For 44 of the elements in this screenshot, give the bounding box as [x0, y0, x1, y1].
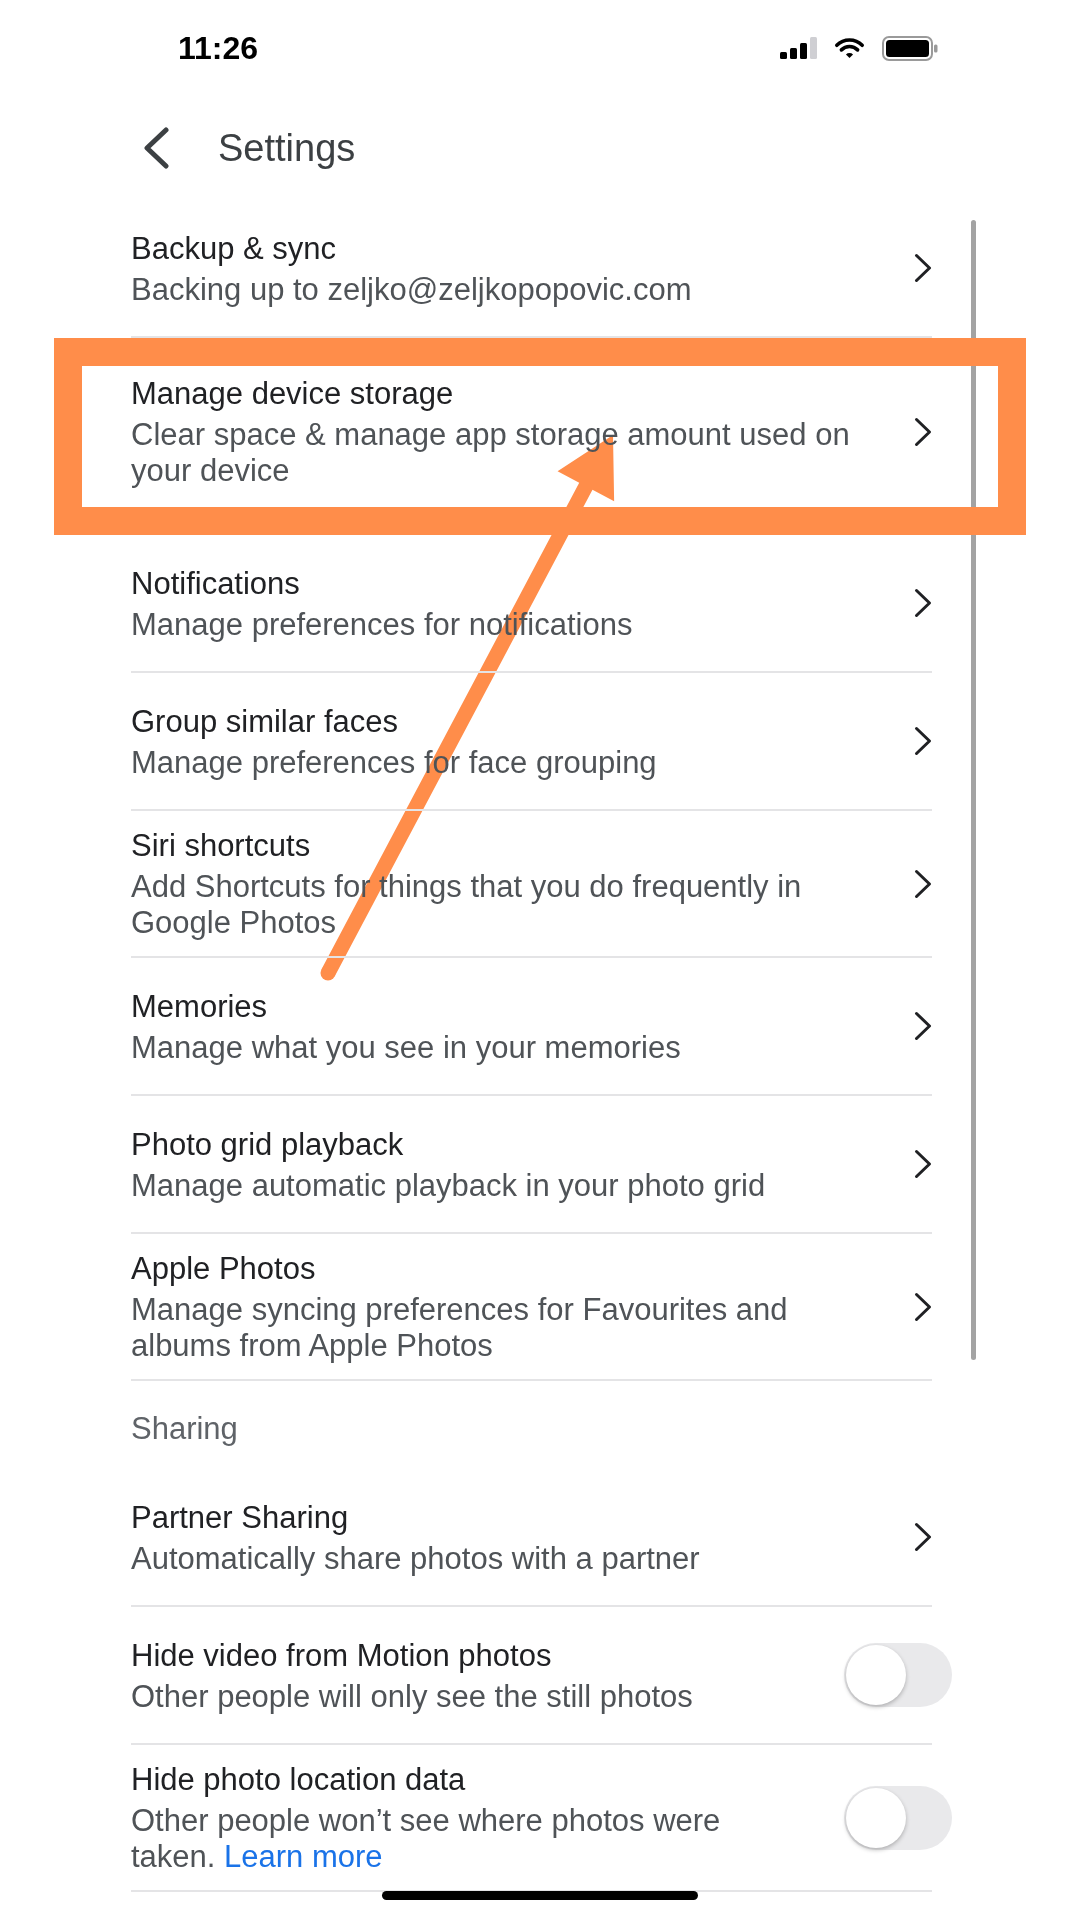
chevron-icon [914, 1291, 932, 1322]
chevron-icon [914, 253, 932, 283]
chevron-icon [914, 868, 932, 899]
signal-icon [780, 37, 817, 59]
item-title: Hide video from Motion photos [131, 1636, 552, 1675]
settings-item[interactable]: Manage device storage Clear space & manage app storage amount used on your device [54, 338, 1026, 535]
item-subtitle: Backing up to zeljko@zeljkopopovic.com [131, 271, 692, 308]
chevron-icon [914, 726, 932, 756]
settings-item[interactable]: Partner Sharing Automatically share photos with a partner [131, 1469, 932, 1607]
item-title: Apple Photos [131, 1250, 316, 1288]
item-title: Group similar faces [131, 702, 399, 741]
wifi-icon [834, 37, 865, 59]
settings-item[interactable]: Memories Manage what you see in your memories [131, 958, 932, 1096]
item-subtitle: Automatically share photos with a partner [131, 1540, 700, 1577]
item-title: Photo grid playback [131, 1125, 404, 1164]
settings-item[interactable]: Apple Photos Manage syncing preferences for Favourites and albums from Apple Photos [131, 1234, 932, 1381]
toggle-switch[interactable] [844, 1643, 952, 1707]
item-title: Partner Sharing [131, 1498, 349, 1537]
toggle-switch[interactable] [844, 1785, 952, 1850]
item-subtitle: Manage automatic playback in your photo grid [131, 1167, 766, 1204]
item-subtitle: Other people will only see the still photos [131, 1678, 693, 1715]
item-subtitle: Manage what you see in your memories [131, 1029, 681, 1066]
item-subtitle: Clear space & manage app storage amount used on your device [131, 417, 851, 489]
chevron-icon [914, 1522, 932, 1552]
item-title: Manage device storage [131, 375, 454, 413]
item-title: Siri shortcuts [131, 827, 311, 865]
chevron-icon [914, 588, 932, 618]
chevron-icon [914, 1011, 932, 1041]
item-title: Backup & sync [131, 229, 337, 268]
chevron-icon [914, 416, 932, 447]
learn-more-link[interactable]: Learn more [224, 1839, 383, 1874]
settings-item[interactable]: Backup & sync Backing up to zeljko@zeljkopopovic.com [131, 200, 932, 338]
settings-item[interactable]: Photo grid playback Manage automatic playback in your photo grid [131, 1096, 932, 1234]
chevron-icon [914, 1149, 932, 1179]
battery-icon [882, 35, 938, 61]
item-title: Hide photo location data [131, 1761, 466, 1799]
item-subtitle: Manage syncing preferences for Favourites and albums from Apple Photos [131, 1292, 789, 1364]
status-time: 11:26 [178, 30, 259, 66]
page-title: Settings [218, 126, 356, 170]
back-chevron-icon [143, 127, 169, 169]
item-title: Notifications [131, 564, 300, 603]
section-heading: Sharing [131, 1411, 238, 1446]
item-subtitle: Other people won’t see where photos were taken. Learn more [131, 1803, 722, 1875]
item-title: Memories [131, 987, 268, 1026]
